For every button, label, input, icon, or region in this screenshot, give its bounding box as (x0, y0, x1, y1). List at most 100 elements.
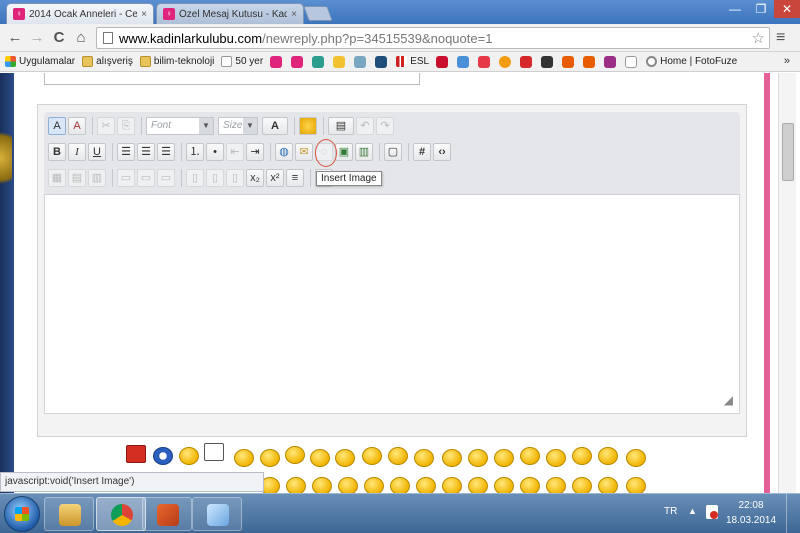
smiley-icon[interactable] (468, 449, 488, 467)
smiley-icon[interactable] (286, 477, 306, 493)
cut-icon[interactable]: ✂ (97, 117, 115, 135)
insert-email-icon[interactable]: ✉ (295, 143, 313, 161)
close-window-button[interactable]: ✕ (774, 0, 800, 18)
table-col-icon[interactable]: ▥ (88, 169, 106, 187)
delete-row-icon[interactable]: ▭ (157, 169, 175, 187)
pink-site-bookmark-icon[interactable] (270, 55, 283, 68)
address-bar[interactable]: www.kadinlarkulubu.com /newreply.php?p=3… (96, 27, 770, 49)
code-button[interactable]: ‹› (433, 143, 451, 161)
smiley-icon[interactable] (546, 449, 566, 467)
horizontal-rule-icon[interactable]: ≡ (286, 169, 304, 187)
col-props-icon[interactable]: ▯ (226, 169, 244, 187)
paste-icon[interactable]: ▤ (328, 117, 354, 135)
show-hidden-icons-icon[interactable]: ▲ (688, 506, 697, 516)
more-bookmarks-icon[interactable]: » (784, 55, 790, 67)
smiley-icon[interactable] (598, 477, 618, 493)
table-icon[interactable]: ▦ (48, 169, 66, 187)
smiley-icon[interactable] (572, 447, 592, 465)
smiley-icon[interactable] (179, 447, 199, 465)
smiley-icon[interactable] (416, 477, 436, 493)
unordered-list-icon[interactable]: • (206, 143, 224, 161)
smiley-icon[interactable] (468, 477, 488, 493)
chrome-menu-icon[interactable]: ≡ (776, 29, 785, 47)
blue-bookmark-icon[interactable] (457, 55, 470, 68)
table-row-icon[interactable]: ▤ (68, 169, 86, 187)
subscript-button[interactable]: x₂ (246, 169, 264, 187)
smiley-icon[interactable] (598, 447, 618, 465)
bookmark-50-yer[interactable]: 50 yer (221, 56, 263, 67)
tab-ozel-mesaj-kutusu[interactable]: ♀ Özel Mesaj Kutusu - Kadın × (156, 3, 304, 24)
delete-col-icon[interactable]: ▯ (206, 169, 224, 187)
underline-button[interactable]: U (88, 143, 106, 161)
text-color-icon[interactable]: A (262, 117, 288, 135)
outdent-icon[interactable]: ⇤ (226, 143, 244, 161)
red-bookmark-icon[interactable] (436, 55, 449, 68)
taskbar-explorer[interactable] (44, 497, 94, 531)
tab-2014-ocak-anneleri[interactable]: ♀ 2014 Ocak Anneleri - Ceva × (6, 3, 154, 24)
superscript-button[interactable]: x² (266, 169, 284, 187)
smiley-icon[interactable] (572, 477, 592, 493)
taskbar-app[interactable] (142, 497, 192, 531)
show-desktop-button[interactable] (786, 494, 800, 533)
merge-cells-icon[interactable]: ▭ (117, 169, 135, 187)
font-select[interactable]: Font ▼ (146, 117, 214, 135)
smiley-icon[interactable] (338, 477, 358, 493)
scrollbar-thumb[interactable] (782, 123, 794, 181)
smiley-icon[interactable] (494, 477, 514, 493)
redo-icon[interactable]: ↷ (376, 117, 394, 135)
smiley-icon[interactable] (626, 449, 646, 467)
new-tab-button[interactable] (303, 6, 333, 21)
align-left-icon[interactable]: ☰ (117, 143, 135, 161)
news-bookmark-icon[interactable] (520, 55, 533, 68)
bookmark-alisveris[interactable]: alışveriş (82, 56, 133, 67)
switch-mode-icon[interactable]: A (68, 117, 86, 135)
align-right-icon[interactable]: ☰ (157, 143, 175, 161)
bookmark-bilim-teknoloji[interactable]: bilim-teknoloji (139, 56, 214, 67)
back-arrow-icon[interactable]: ← (6, 29, 24, 47)
eye-smiley-icon[interactable] (153, 447, 173, 465)
smiley-icon[interactable] (299, 117, 317, 135)
bookmark-uygulamalar[interactable]: Uygulamalar (5, 56, 75, 67)
italic-button[interactable]: I (68, 143, 86, 161)
quote-icon[interactable]: ▢ (384, 143, 402, 161)
bookmark-home-fotofuze[interactable]: Home | FotoFuze (646, 56, 737, 67)
smiley-icon[interactable] (520, 447, 540, 465)
insert-video-icon[interactable]: ▥ (355, 143, 373, 161)
forward-arrow-icon[interactable]: → (28, 29, 46, 47)
bold-button[interactable]: B (48, 143, 66, 161)
start-button[interactable] (4, 496, 40, 532)
smiley-icon[interactable] (626, 477, 646, 493)
undo-icon[interactable]: ↶ (356, 117, 374, 135)
tab-close-icon[interactable]: × (291, 9, 297, 20)
smiley-icon[interactable] (234, 449, 254, 467)
size-select[interactable]: Size ▼ (218, 117, 258, 135)
insert-image-icon[interactable]: ▣ (335, 143, 353, 161)
insert-col-icon[interactable]: ▯ (186, 169, 204, 187)
smiley-icon[interactable] (312, 477, 332, 493)
vertical-scrollbar[interactable] (778, 73, 796, 493)
smiley-icon[interactable] (520, 477, 540, 493)
map-bookmark-icon[interactable] (312, 55, 325, 68)
blogger-icon[interactable] (562, 55, 575, 68)
smiley-icon[interactable] (260, 449, 280, 467)
smiley-icon[interactable] (362, 447, 382, 465)
remove-format-icon[interactable]: A (48, 117, 66, 135)
split-cells-icon[interactable]: ▭ (137, 169, 155, 187)
smiley-icon[interactable] (546, 477, 566, 493)
taskbar-chrome[interactable] (96, 497, 146, 531)
insert-link-icon[interactable]: ◍ (275, 143, 293, 161)
smiley-icon[interactable] (285, 446, 305, 464)
smiley-icon[interactable] (388, 447, 408, 465)
align-center-icon[interactable]: ☰ (137, 143, 155, 161)
taskbar-paint[interactable] (192, 497, 242, 531)
blogger-icon[interactable] (583, 55, 596, 68)
yellow-bookmark-icon[interactable] (333, 55, 346, 68)
bookmark-esl[interactable]: ESL (396, 56, 429, 67)
turkish-flag-smiley-icon[interactable] (126, 445, 146, 463)
copy-icon[interactable]: ⎘ (117, 117, 135, 135)
ordered-list-icon[interactable]: ⒈ (186, 143, 204, 161)
indent-icon[interactable]: ⇥ (246, 143, 264, 161)
message-textarea[interactable]: ◢ (44, 194, 740, 414)
smiley-icon[interactable] (494, 449, 514, 467)
language-indicator[interactable]: TR (664, 506, 677, 517)
